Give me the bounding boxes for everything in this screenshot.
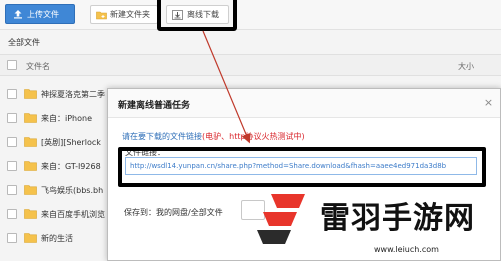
list-item[interactable]: 来自：iPhone	[0, 106, 110, 130]
row-checkbox[interactable]	[7, 233, 17, 243]
watermark-url: www.leiuch.com	[374, 245, 439, 254]
list-item[interactable]: 来自：GT-I9268	[0, 154, 110, 178]
file-name[interactable]: [英剧][Sherlock	[41, 137, 110, 148]
select-all-checkbox[interactable]	[7, 60, 17, 70]
toolbar: 上传文件 新建文件夹 离线下载	[0, 0, 501, 31]
site-logo-icon	[257, 194, 305, 244]
new-folder-label: 新建文件夹	[110, 10, 150, 19]
hint-text: 请在要下载的文件链接	[122, 132, 202, 141]
folder-icon	[24, 137, 37, 147]
row-checkbox[interactable]	[7, 185, 17, 195]
file-name[interactable]: 神探夏洛克第二季	[41, 89, 110, 100]
list-item[interactable]: 新的生活	[0, 226, 110, 250]
folder-icon	[24, 161, 37, 171]
file-name[interactable]: 新的生活	[41, 233, 110, 244]
save-path[interactable]: 我的网盘/全部文件	[156, 207, 223, 218]
file-name[interactable]: 飞鸟娱乐(bbs.bh	[41, 185, 110, 196]
file-list-header: 文件名 大小	[0, 54, 501, 76]
column-name[interactable]: 文件名	[26, 61, 50, 72]
breadcrumb[interactable]: 全部文件	[8, 37, 40, 48]
dialog-hint: 请在要下载的文件链接(电驴、http协议火热测试中)	[122, 131, 305, 142]
file-list: 神探夏洛克第二季 来自：iPhone [英剧][Sherlock 来自：GT-I…	[0, 82, 110, 250]
new-folder-button[interactable]: 新建文件夹	[90, 5, 158, 24]
folder-icon	[24, 113, 37, 123]
upload-file-label: 上传文件	[27, 9, 59, 19]
row-checkbox[interactable]	[7, 209, 17, 219]
new-folder-icon	[96, 11, 107, 19]
list-item[interactable]: 神探夏洛克第二季	[0, 82, 110, 106]
list-item[interactable]: 来自百度手机浏览	[0, 202, 110, 226]
file-name[interactable]: 来自：iPhone	[41, 113, 110, 124]
folder-icon	[24, 209, 37, 219]
save-to-label: 保存到：	[124, 208, 156, 217]
close-icon[interactable]: ×	[482, 96, 495, 109]
list-item[interactable]: 飞鸟娱乐(bbs.bh	[0, 178, 110, 202]
row-checkbox[interactable]	[7, 161, 17, 171]
watermark-site-name: 雷羽手游网	[320, 201, 475, 236]
file-name[interactable]: 来自百度手机浏览	[41, 209, 110, 220]
dialog-title: 新建离线普通任务	[118, 101, 191, 111]
upload-icon	[14, 10, 22, 19]
highlight-frame	[157, 0, 237, 31]
highlight-frame	[118, 147, 486, 187]
list-item[interactable]: [英剧][Sherlock	[0, 130, 110, 154]
dialog-header: 新建离线普通任务 ×	[108, 89, 500, 118]
hint-protocol-note: (电驴、http协议火热测试中)	[202, 132, 305, 141]
folder-icon	[24, 185, 37, 195]
row-checkbox[interactable]	[7, 89, 17, 99]
upload-file-button[interactable]: 上传文件	[5, 4, 75, 24]
file-name[interactable]: 来自：GT-I9268	[41, 161, 110, 172]
folder-icon	[24, 233, 37, 243]
folder-icon	[24, 89, 37, 99]
column-size[interactable]: 大小	[458, 61, 474, 72]
row-checkbox[interactable]	[7, 113, 17, 123]
row-checkbox[interactable]	[7, 137, 17, 147]
